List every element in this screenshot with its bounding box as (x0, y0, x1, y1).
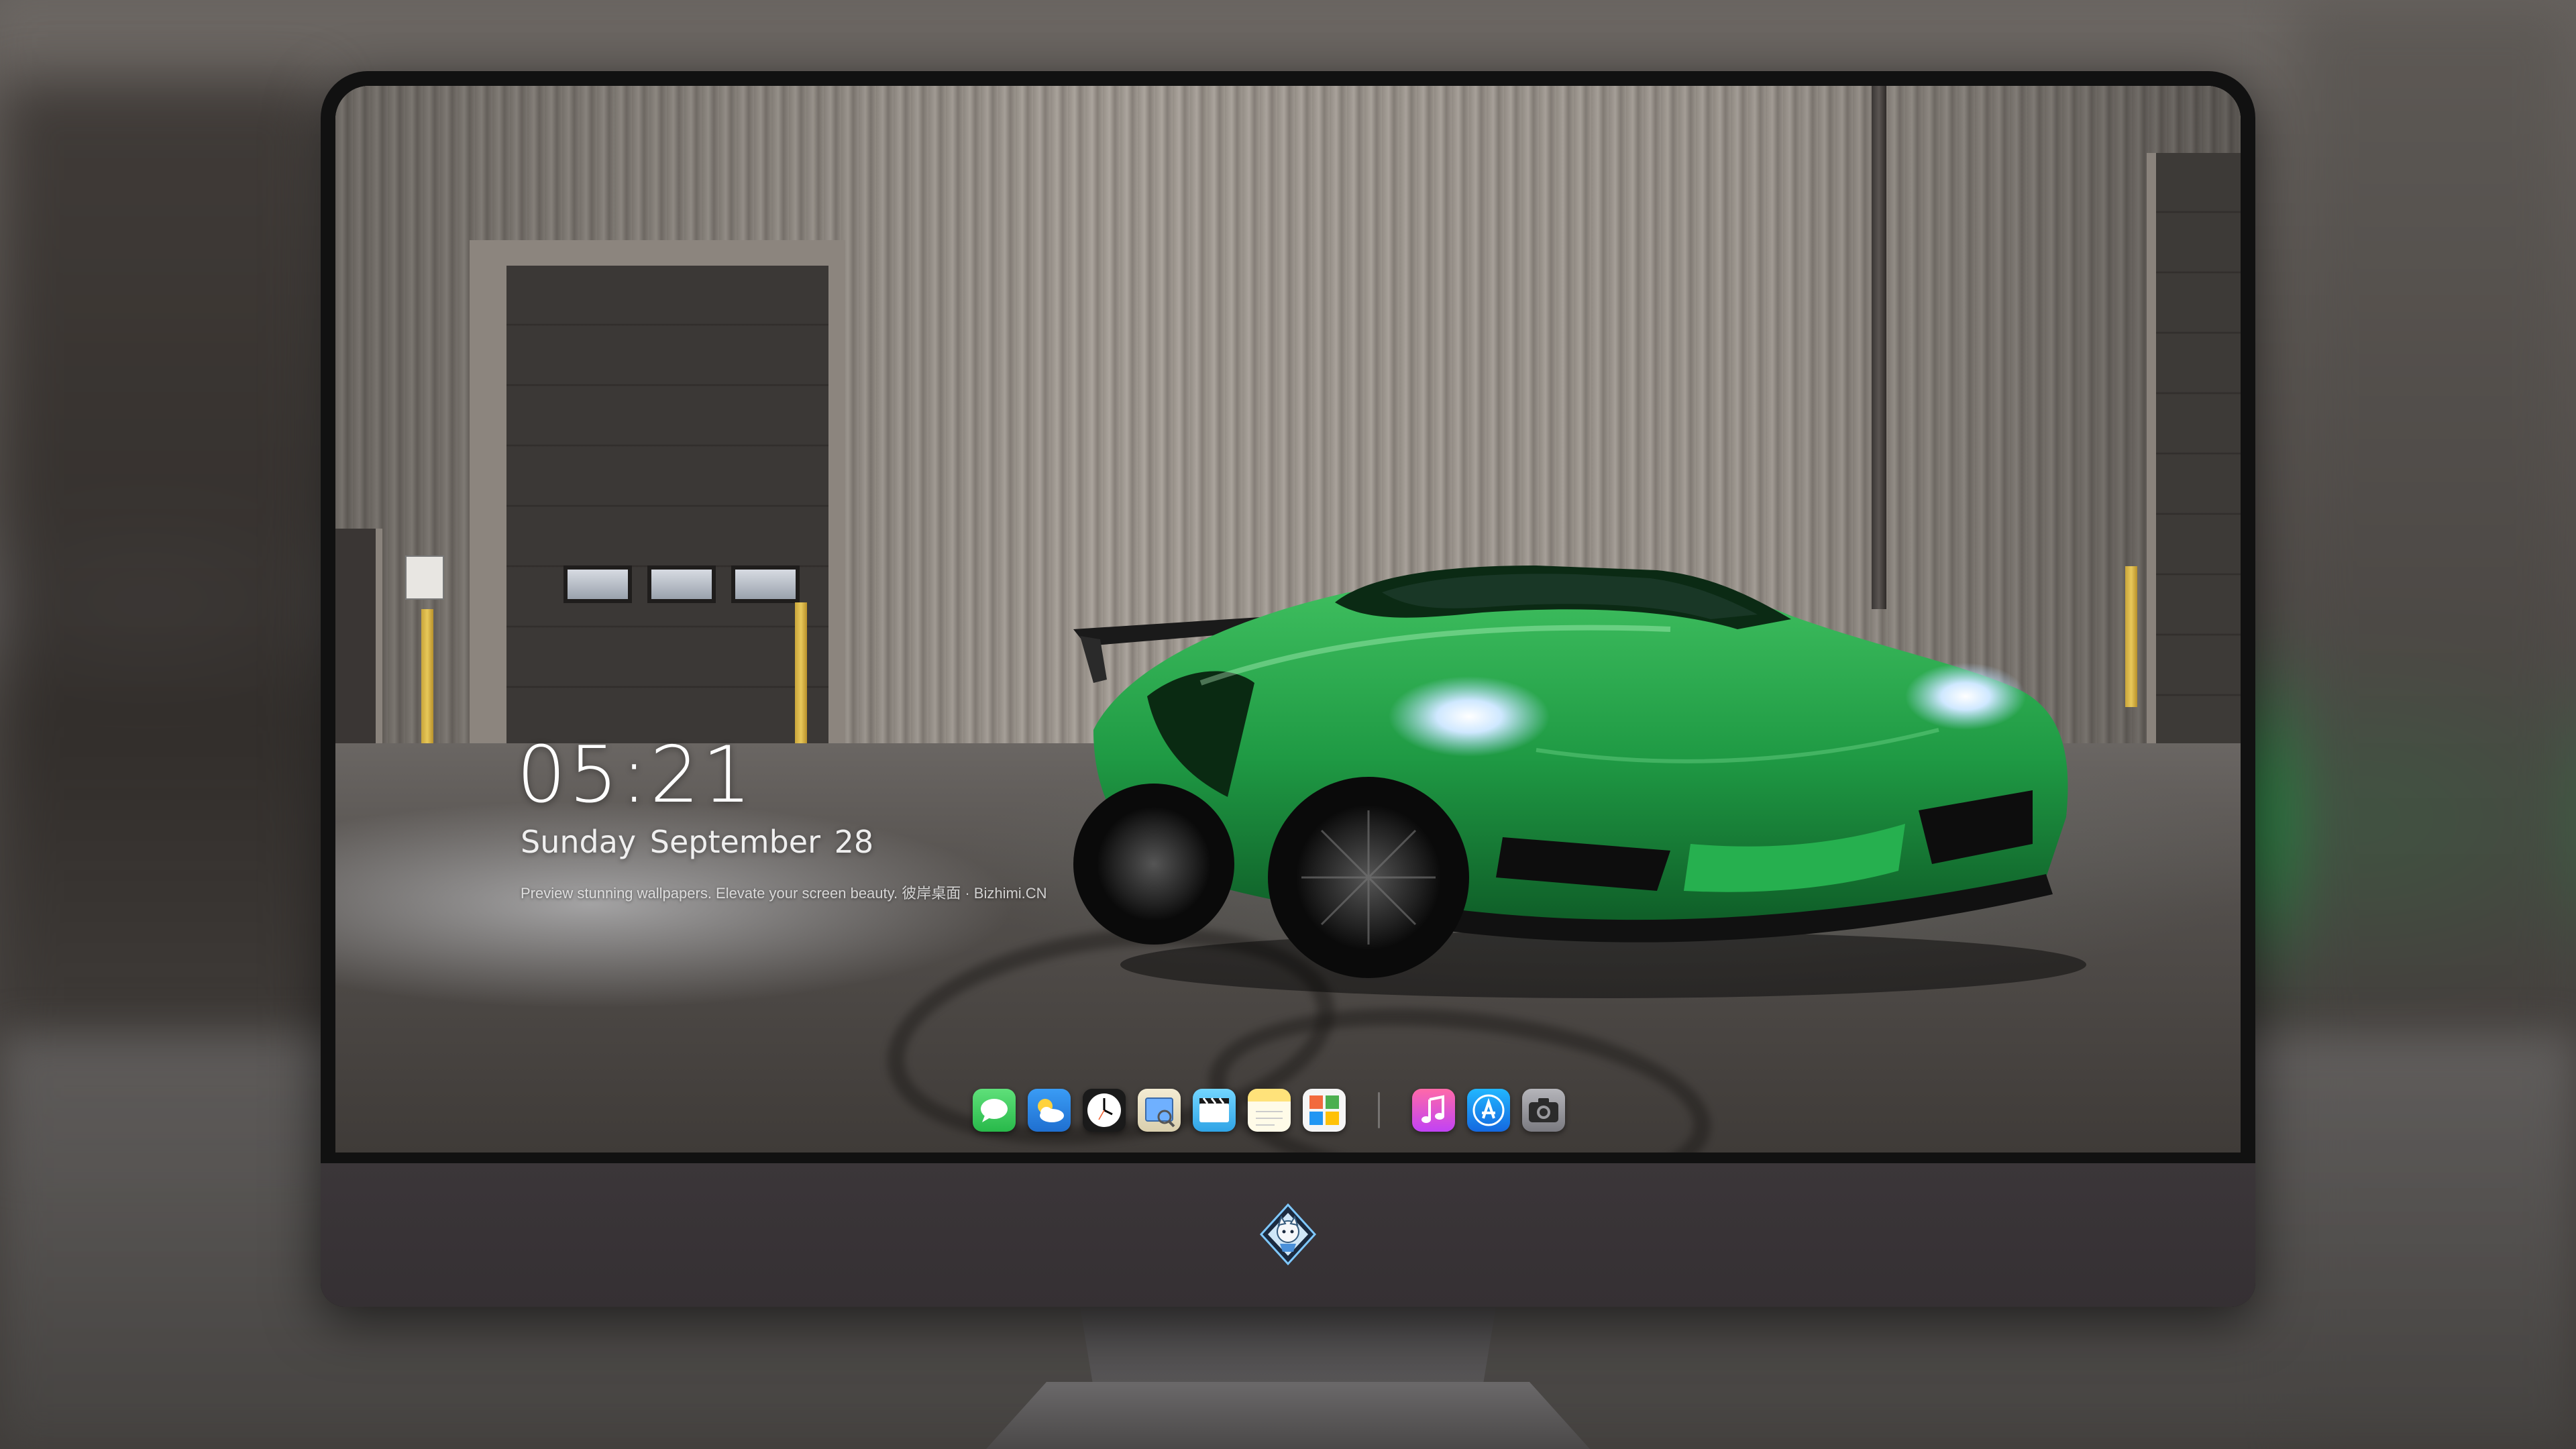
lock-screen-date: Sunday September 28 (521, 824, 874, 860)
lock-screen-clock: 05:21 (517, 730, 755, 820)
photo-booth-icon[interactable] (1303, 1089, 1346, 1132)
app-store-icon[interactable] (1467, 1089, 1510, 1132)
wallpaper-garage-door (506, 266, 828, 750)
wallpaper-green-sports-car (1073, 566, 2086, 998)
messages-icon[interactable] (973, 1089, 1016, 1132)
monitor-stand-foot (986, 1382, 1590, 1449)
notes-icon[interactable] (1248, 1089, 1291, 1132)
brand-logo-icon (1259, 1203, 1317, 1266)
weather-icon[interactable] (1028, 1089, 1071, 1132)
monitor-chin (321, 1163, 2255, 1307)
music-icon[interactable] (1412, 1089, 1455, 1132)
dock-separator (1378, 1092, 1380, 1128)
wallpaper-bollard (421, 609, 433, 750)
wallpaper-right-garage-door (2147, 153, 2241, 743)
lock-screen-tagline: Preview stunning wallpapers. Elevate you… (521, 885, 1047, 902)
clock-icon[interactable] (1083, 1089, 1126, 1132)
screen: 05:21 Sunday September 28 Preview stunni… (335, 86, 2241, 1152)
wallpaper-bollard (2125, 566, 2137, 707)
preview-icon[interactable] (1138, 1089, 1181, 1132)
wallpaper-door-window (731, 566, 800, 603)
camera-icon[interactable] (1522, 1089, 1565, 1132)
dock (973, 1084, 1565, 1136)
wallpaper-bollard (795, 602, 807, 750)
wallpaper-wall-sign (405, 555, 444, 600)
wallpaper-door-window (647, 566, 716, 603)
wallpaper-door-window (564, 566, 632, 603)
wallpaper-side-door (335, 529, 382, 750)
monitor: 05:21 Sunday September 28 Preview stunni… (321, 71, 2255, 1307)
backdrop-left-column (0, 80, 322, 1154)
clips-icon[interactable] (1193, 1089, 1236, 1132)
